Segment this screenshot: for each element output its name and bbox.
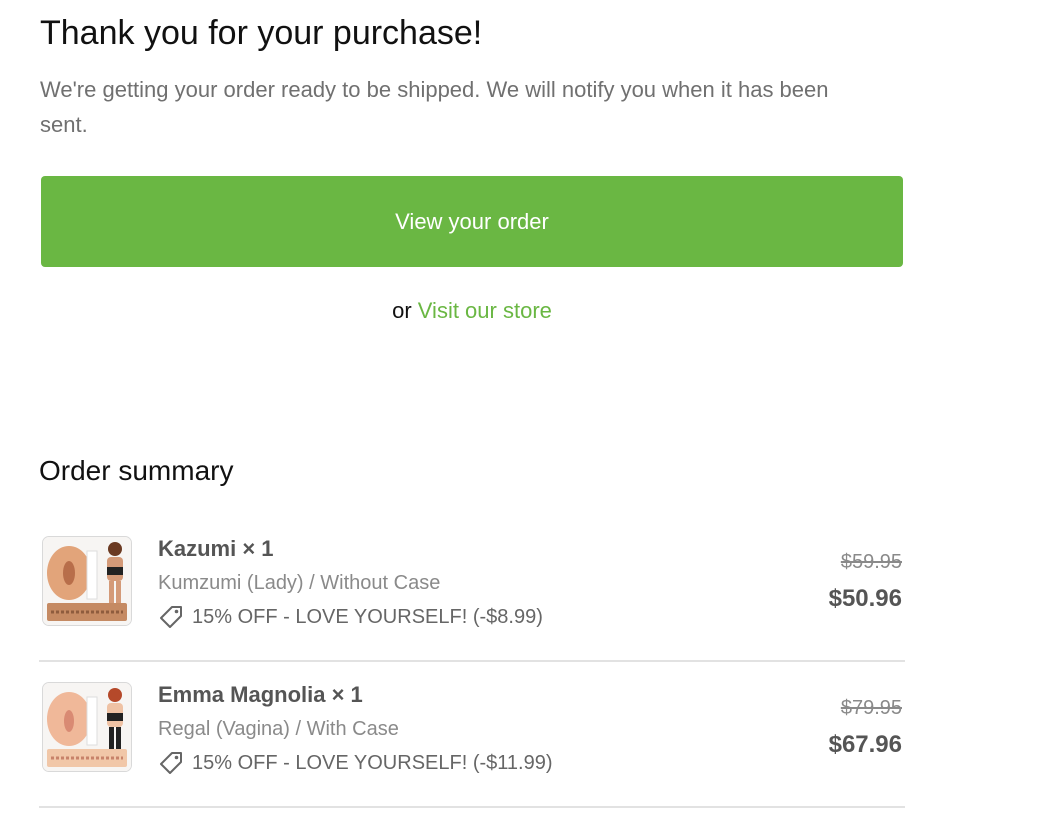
view-order-label: View your order <box>395 208 549 234</box>
final-price: $67.96 <box>828 731 902 758</box>
product-name: Emma Magnolia × 1 <box>158 682 363 707</box>
original-price: $59.95 <box>840 551 902 573</box>
discount-text: 15% OFF - LOVE YOURSELF! (-$8.99) <box>192 605 543 628</box>
divider <box>39 806 905 808</box>
visit-store-link[interactable]: Visit our store <box>418 298 552 323</box>
list-item: Emma Magnolia × 1 Regal (Vagina) / With … <box>39 662 905 808</box>
view-order-button[interactable]: View your order <box>41 176 903 267</box>
store-link-line: or Visit our store <box>40 298 904 324</box>
product-variant: Regal (Vagina) / With Case <box>158 718 399 740</box>
discount-line: 15% OFF - LOVE YOURSELF! (-$11.99) <box>158 750 553 776</box>
product-thumbnail <box>42 536 132 626</box>
discount-line: 15% OFF - LOVE YOURSELF! (-$8.99) <box>158 604 543 630</box>
product-variant: Kumzumi (Lady) / Without Case <box>158 572 441 594</box>
original-price: $79.95 <box>840 697 902 719</box>
status-message: We're getting your order ready to be shi… <box>40 77 829 137</box>
product-thumbnail <box>42 682 132 772</box>
list-item: Kazumi × 1 Kumzumi (Lady) / Without Case… <box>39 516 905 662</box>
page-title: Thank you for your purchase! <box>40 14 483 52</box>
tag-icon <box>160 752 182 774</box>
final-price: $50.96 <box>828 585 902 612</box>
discount-text: 15% OFF - LOVE YOURSELF! (-$11.99) <box>192 751 553 774</box>
or-text: or <box>392 298 412 323</box>
product-name: Kazumi × 1 <box>158 536 274 561</box>
tag-icon <box>160 606 182 628</box>
order-summary-title: Order summary <box>39 455 234 486</box>
